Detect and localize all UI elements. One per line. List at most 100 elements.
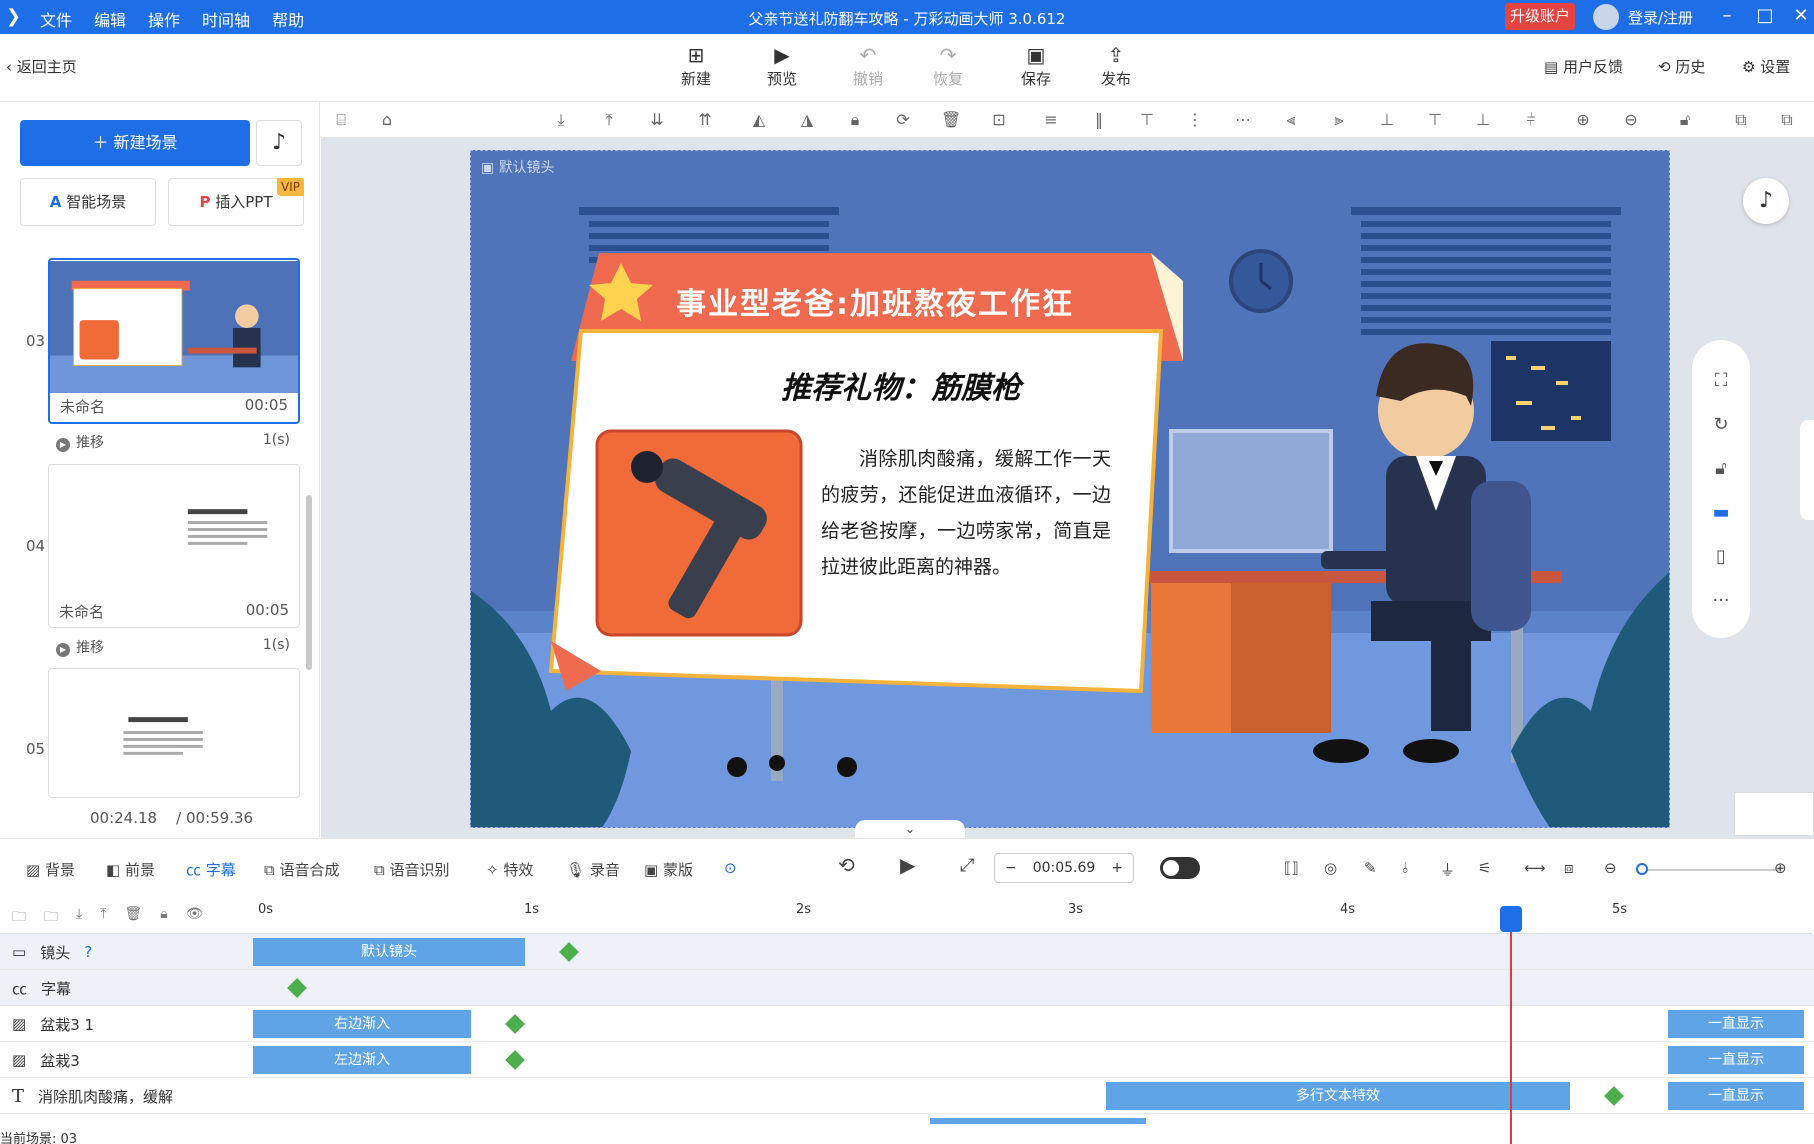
mask-button[interactable]: ▣ 蒙版 bbox=[644, 859, 693, 880]
flip-icon[interactable]: ◭ bbox=[749, 110, 769, 129]
tts-button[interactable]: ⧉ 语音合成 bbox=[264, 859, 340, 880]
move-down-icon[interactable]: ⤓ bbox=[76, 906, 82, 925]
current-time-value[interactable]: 00:05.69 bbox=[1033, 860, 1096, 876]
foreground-button[interactable]: ◧ 前景 bbox=[106, 859, 155, 880]
group-icon[interactable]: ⊡ bbox=[989, 110, 1009, 129]
align-top-icon[interactable]: ⊤ bbox=[1137, 110, 1157, 129]
card-title[interactable]: 推荐礼物：筋膜枪 bbox=[721, 363, 1081, 407]
clip-default-camera[interactable]: 默认镜头 bbox=[253, 938, 525, 966]
filter-icon[interactable]: ⏚ bbox=[1440, 859, 1455, 880]
card-text[interactable]: 消除肌肉酸痛，缓解工作一天的疲劳，还能促进血液循环，一边给老爸按摩，一边唠家常，… bbox=[821, 441, 1111, 585]
more-icon[interactable]: ⊙ bbox=[724, 859, 737, 877]
center-h-icon[interactable]: ⊥ bbox=[1377, 110, 1397, 129]
top-align-icon[interactable]: ⊤ bbox=[1425, 110, 1445, 129]
track-label[interactable]: ㏄字幕 bbox=[0, 970, 252, 1006]
music-icon[interactable]: ♪ bbox=[1743, 178, 1789, 224]
feedback-button[interactable]: ▤ 用户反馈 bbox=[1544, 56, 1623, 77]
add-keyframe-icon[interactable] bbox=[505, 1014, 525, 1034]
zoom-slider[interactable] bbox=[1640, 869, 1780, 871]
flip-vertical-icon[interactable]: ◮ bbox=[797, 110, 817, 129]
track-label[interactable]: ▨ 盆栽3 bbox=[0, 1042, 252, 1078]
chevron-down-icon[interactable]: ⌄ bbox=[855, 820, 965, 838]
zoom-out-icon[interactable]: ⊖ bbox=[1604, 859, 1617, 877]
more-icon[interactable]: ··· bbox=[1692, 590, 1750, 611]
camera-icon[interactable]: ◎ bbox=[1324, 859, 1337, 877]
rotate-icon[interactable]: ⟳ bbox=[893, 110, 913, 129]
track-label[interactable]: T 消除肌肉酸痛，缓解 bbox=[0, 1078, 252, 1114]
add-keyframe-icon[interactable] bbox=[505, 1050, 525, 1070]
redo-button[interactable]: ↷ 恢复 bbox=[918, 42, 978, 89]
clip-always-show[interactable]: 一直显示 bbox=[1668, 1082, 1804, 1110]
paste-icon[interactable]: ⧉ bbox=[1777, 110, 1797, 130]
back-home-button[interactable]: ‹ 返回主页 bbox=[6, 56, 77, 77]
folder-icon[interactable]: 🗀︎ bbox=[12, 906, 26, 925]
copy-icon[interactable]: ⧉ bbox=[1731, 110, 1751, 130]
align-center-icon[interactable]: ≡ bbox=[1041, 110, 1061, 129]
delete-icon[interactable]: 🗑︎ bbox=[124, 906, 142, 925]
new-folder-icon[interactable]: 🗀︎ bbox=[44, 906, 58, 925]
login-link[interactable]: 登录/注册 bbox=[1628, 7, 1693, 28]
distribute-h-icon[interactable]: ⋯ bbox=[1233, 110, 1253, 129]
track-label[interactable]: ▨ 盆栽3 1 bbox=[0, 1006, 252, 1042]
distribute-icon[interactable]: ⋮ bbox=[1185, 110, 1205, 129]
asr-button[interactable]: ⧉ 语音识别 bbox=[374, 859, 450, 880]
lock-icon[interactable]: 🔒︎ bbox=[845, 110, 865, 130]
collapse-tab[interactable] bbox=[1800, 420, 1814, 520]
clip-multiline-text[interactable]: 多行文本特效 bbox=[1106, 1082, 1570, 1110]
rotate-icon[interactable]: ↻ bbox=[1692, 414, 1750, 435]
clip-always-show[interactable]: 一直显示 bbox=[1668, 1010, 1804, 1038]
zoom-in-icon[interactable]: ⊕ bbox=[1573, 110, 1593, 129]
save-button[interactable]: ▣ 保存 bbox=[1006, 42, 1066, 89]
align-right-icon[interactable]: ⫸ bbox=[1329, 110, 1349, 130]
phone-icon[interactable]: ▯ bbox=[1692, 546, 1750, 567]
send-back-icon[interactable]: ⇊ bbox=[647, 110, 667, 129]
scene-scrollbar[interactable] bbox=[306, 495, 312, 670]
fit-width-icon[interactable]: ⟷ bbox=[1524, 859, 1546, 877]
smart-scene-button[interactable]: A 智能场景 bbox=[20, 178, 156, 226]
center-v-icon[interactable]: ⫩ bbox=[1521, 110, 1541, 130]
move-down-icon[interactable]: ⤓ bbox=[551, 110, 571, 130]
screen-icon[interactable]: ▬ bbox=[1692, 502, 1750, 523]
avatar[interactable] bbox=[1593, 4, 1619, 30]
scene-card-04[interactable]: 未命名 00:05 bbox=[48, 464, 300, 628]
align-middle-icon[interactable]: ‖ bbox=[1089, 110, 1109, 129]
undo-button[interactable]: ↶ 撤销 bbox=[838, 42, 898, 89]
clip-always-show[interactable]: 一直显示 bbox=[1668, 1046, 1804, 1074]
clip-enter-left[interactable]: 左边渐入 bbox=[253, 1046, 471, 1074]
minus-icon[interactable]: − bbox=[995, 854, 1017, 882]
edit-icon[interactable]: ✎ bbox=[1364, 859, 1377, 877]
upgrade-button[interactable]: 升级账户 bbox=[1505, 3, 1575, 30]
zoom-out-icon[interactable]: ⊖ bbox=[1621, 110, 1641, 129]
adjust-icon[interactable]: ⚟ bbox=[1478, 859, 1491, 877]
minimize-icon[interactable]: – bbox=[1712, 5, 1742, 26]
plus-icon[interactable]: + bbox=[1111, 854, 1133, 882]
background-button[interactable]: ▨ 背景 bbox=[26, 859, 75, 880]
bring-front-icon[interactable]: ⇈ bbox=[695, 110, 715, 129]
new-button[interactable]: ⊞ 新建 bbox=[666, 42, 726, 89]
lock-icon[interactable]: 🔒︎ bbox=[160, 906, 167, 925]
playhead[interactable] bbox=[1510, 906, 1512, 1144]
scene-transition[interactable]: ▶ 推移 1(s) bbox=[56, 637, 290, 657]
history-button[interactable]: ⟲ 历史 bbox=[1658, 56, 1705, 77]
time-ruler[interactable]: 0s 1s 2s 3s 4s 5s bbox=[252, 898, 1812, 934]
minimap[interactable] bbox=[1734, 792, 1814, 836]
fullscreen-icon[interactable]: ⤢ bbox=[960, 855, 974, 876]
move-up-icon[interactable]: ⤒ bbox=[599, 110, 619, 130]
zoom-slider-handle[interactable] bbox=[1636, 863, 1648, 875]
music-icon[interactable]: ♪ bbox=[256, 120, 302, 166]
zoom-in-icon[interactable]: ⊕ bbox=[1774, 859, 1787, 877]
lock-icon[interactable]: 🔓︎ bbox=[1692, 458, 1750, 479]
scene-card-03[interactable]: 未命名 00:05 bbox=[48, 258, 300, 424]
format-painter-icon[interactable]: ⌸ bbox=[331, 110, 351, 130]
toggle-switch[interactable] bbox=[1160, 857, 1200, 879]
rewind-icon[interactable]: ⟲ bbox=[838, 853, 855, 877]
settings-button[interactable]: ⚙ 设置 bbox=[1742, 56, 1790, 77]
banner-title[interactable]: 事业型老爸:加班熬夜工作狂 bbox=[676, 279, 1156, 323]
home-icon[interactable]: ⌂ bbox=[377, 110, 397, 129]
ratio-icon[interactable]: ⧈ bbox=[1564, 859, 1574, 877]
eye-icon[interactable]: 👁︎ bbox=[186, 906, 204, 925]
scene-transition[interactable]: ▶ 推移 1(s) bbox=[56, 432, 290, 452]
align-left-icon[interactable]: ⫷ bbox=[1281, 110, 1301, 130]
split-icon[interactable]: ⫰ bbox=[1402, 859, 1409, 877]
stage-canvas[interactable]: ▣ 默认镜头 事业型老爸:加班熬夜工作狂 推荐礼物：筋膜枪 消除肌肉酸痛，缓解工… bbox=[470, 150, 1670, 828]
